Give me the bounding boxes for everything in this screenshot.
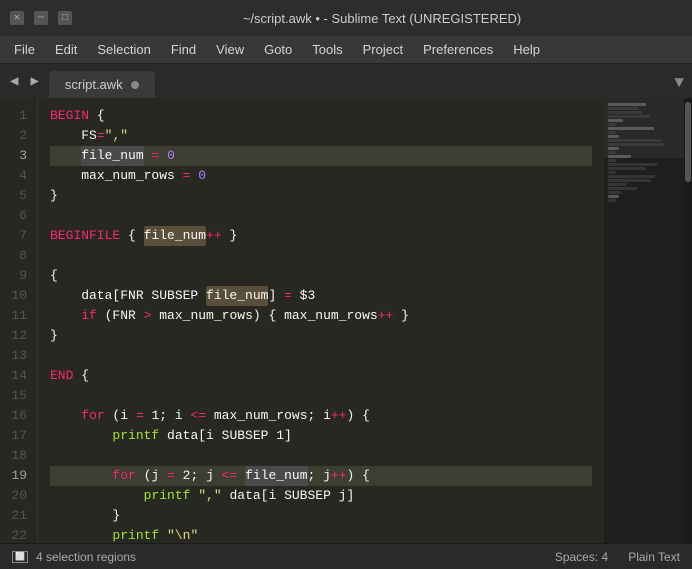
- monitor-icon: ⬜: [12, 551, 28, 563]
- code-line-8: [50, 246, 592, 266]
- status-left: ⬜ 4 selection regions: [12, 550, 555, 564]
- vertical-scrollbar[interactable]: [684, 98, 692, 543]
- menu-file[interactable]: File: [4, 38, 45, 61]
- code-line-20: printf "," data[i SUBSEP j]: [50, 486, 592, 506]
- menu-find[interactable]: Find: [161, 38, 206, 61]
- maximize-button[interactable]: □: [58, 11, 72, 25]
- scrollbar-thumb[interactable]: [685, 102, 691, 182]
- line-num-11: 11: [0, 306, 37, 326]
- code-line-12: }: [50, 326, 592, 346]
- selection-regions-label: 4 selection regions: [36, 550, 136, 564]
- tab-bar: ◀ ▶ script.awk ▼: [0, 64, 692, 98]
- code-line-1: BEGIN {: [50, 106, 592, 126]
- code-line-6: [50, 206, 592, 226]
- code-line-3: file_num = 0: [50, 146, 592, 166]
- title-bar: ✕ ─ □ ~/script.awk • - Sublime Text (UNR…: [0, 0, 692, 36]
- line-num-17: 17: [0, 426, 37, 446]
- tab-prev-button[interactable]: ◀: [4, 69, 24, 94]
- minimize-button[interactable]: ─: [34, 11, 48, 25]
- tab-modified-indicator: [131, 81, 139, 89]
- line-numbers: 1 2 3 4 5 6 7 8 9 10 11 12 13 14 15 16 1…: [0, 98, 38, 543]
- tab-next-button[interactable]: ▶: [24, 69, 44, 94]
- tab-script-awk[interactable]: script.awk: [49, 71, 155, 98]
- tab-label: script.awk: [65, 77, 123, 92]
- menu-help[interactable]: Help: [503, 38, 550, 61]
- code-line-11: if (FNR > max_num_rows) { max_num_rows++…: [50, 306, 592, 326]
- window-title: ~/script.awk • - Sublime Text (UNREGISTE…: [82, 11, 682, 26]
- code-line-21: }: [50, 506, 592, 526]
- line-num-1: 1: [0, 106, 37, 126]
- code-line-15: [50, 386, 592, 406]
- code-line-7: BEGINFILE { file_num++ }: [50, 226, 592, 246]
- line-num-3: 3: [0, 146, 37, 166]
- menu-edit[interactable]: Edit: [45, 38, 87, 61]
- line-num-12: 12: [0, 326, 37, 346]
- line-num-6: 6: [0, 206, 37, 226]
- line-num-21: 21: [0, 506, 37, 526]
- line-num-18: 18: [0, 446, 37, 466]
- line-num-16: 16: [0, 406, 37, 426]
- menu-view[interactable]: View: [206, 38, 254, 61]
- line-num-4: 4: [0, 166, 37, 186]
- code-line-22: printf "\n": [50, 526, 592, 543]
- line-num-10: 10: [0, 286, 37, 306]
- tab-dropdown-button[interactable]: ▼: [674, 74, 684, 92]
- code-line-18: [50, 446, 592, 466]
- code-line-2: FS=",": [50, 126, 592, 146]
- line-num-22: 22: [0, 526, 37, 543]
- line-num-2: 2: [0, 126, 37, 146]
- line-num-20: 20: [0, 486, 37, 506]
- status-right: Spaces: 4 Plain Text: [555, 550, 680, 564]
- line-num-7: 7: [0, 226, 37, 246]
- line-num-19: 19: [0, 466, 37, 486]
- code-line-19: for (j = 2; j <= file_num; j++) {: [50, 466, 592, 486]
- code-line-9: {: [50, 266, 592, 286]
- line-num-8: 8: [0, 246, 37, 266]
- editor-area: 1 2 3 4 5 6 7 8 9 10 11 12 13 14 15 16 1…: [0, 98, 692, 543]
- encoding-label[interactable]: Plain Text: [628, 550, 680, 564]
- line-num-5: 5: [0, 186, 37, 206]
- spaces-label[interactable]: Spaces: 4: [555, 550, 608, 564]
- code-line-5: }: [50, 186, 592, 206]
- menu-bar: File Edit Selection Find View Goto Tools…: [0, 36, 692, 64]
- code-line-10: data[FNR SUBSEP file_num] = $3: [50, 286, 592, 306]
- menu-project[interactable]: Project: [353, 38, 413, 61]
- status-bar: ⬜ 4 selection regions Spaces: 4 Plain Te…: [0, 543, 692, 569]
- line-num-14: 14: [0, 366, 37, 386]
- menu-preferences[interactable]: Preferences: [413, 38, 503, 61]
- close-button[interactable]: ✕: [10, 11, 24, 25]
- code-line-13: [50, 346, 592, 366]
- code-line-16: for (i = 1; i <= max_num_rows; i++) {: [50, 406, 592, 426]
- code-line-14: END {: [50, 366, 592, 386]
- minimap[interactable]: [604, 98, 684, 543]
- menu-tools[interactable]: Tools: [302, 38, 352, 61]
- menu-goto[interactable]: Goto: [254, 38, 302, 61]
- menu-selection[interactable]: Selection: [87, 38, 160, 61]
- code-line-17: printf data[i SUBSEP 1]: [50, 426, 592, 446]
- line-num-9: 9: [0, 266, 37, 286]
- code-line-4: max_num_rows = 0: [50, 166, 592, 186]
- code-editor[interactable]: BEGIN { FS="," file_num = 0 max_num_rows…: [38, 98, 604, 543]
- line-num-15: 15: [0, 386, 37, 406]
- line-num-13: 13: [0, 346, 37, 366]
